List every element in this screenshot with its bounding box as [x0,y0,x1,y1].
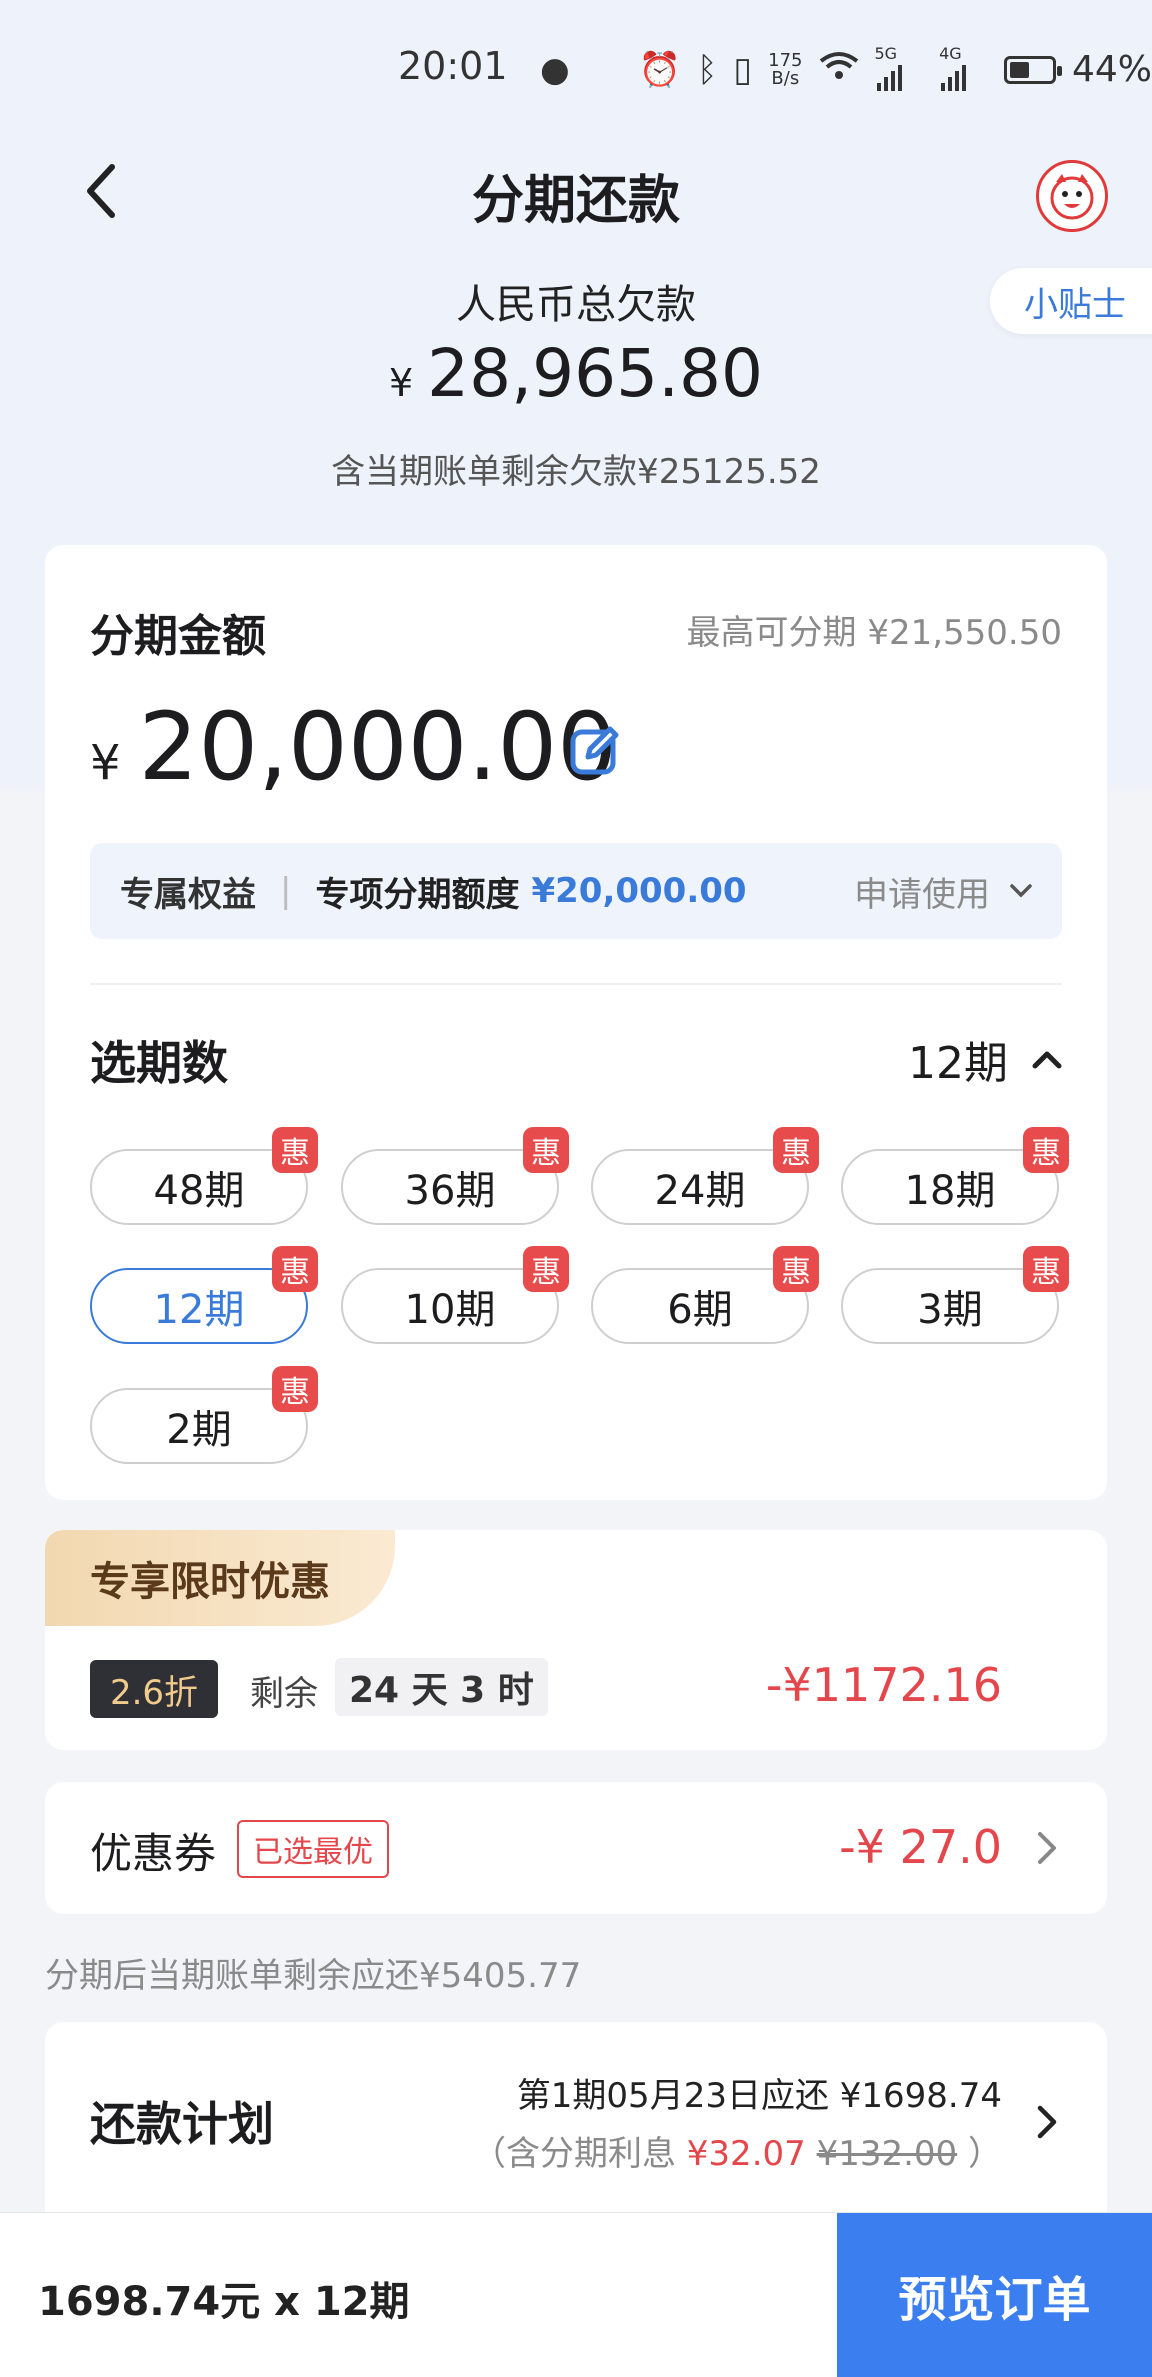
total-debt-label: 人民币总欠款 [456,282,696,328]
best-selected-tag: 已选最优 [237,1820,389,1878]
status-icons: ● ⏰ ᛒ ▯ 175 B/s 5G 4G 44% [540,44,1152,95]
battery-icon [1003,55,1063,84]
coupon-row[interactable]: 优惠券 已选最优 -¥ 27.0 [45,1782,1107,1914]
selected-period: 12期 [908,1038,1008,1089]
benefit-value: ¥20,000.00 [531,871,747,911]
edit-amount-button[interactable] [568,723,622,777]
discount-badge: 惠 [773,1246,819,1292]
repayment-plan-label: 还款计划 [90,2097,274,2151]
first-payment: 第1期05月23日应还 ¥1698.74 [516,2076,1002,2116]
chevron-right-icon [1038,1832,1056,1864]
period-option[interactable]: 48期惠 [90,1127,318,1225]
discount-badge: 惠 [523,1246,569,1292]
period-option[interactable]: 2期惠 [90,1366,318,1464]
status-time: 20:01 [398,44,508,88]
status-bar: 20:01 ● ⏰ ᛒ ▯ 175 B/s 5G 4G 44% [0,0,1152,130]
discount-badge: 2.6折 [90,1660,218,1718]
signal-4g-icon: 4G [939,44,988,95]
chevron-down-icon [1010,884,1032,898]
benefit-tag: 专属权益 [120,874,256,915]
period-option[interactable]: 3期惠 [841,1246,1069,1344]
promo-saving: -¥1172.16 [765,1658,1002,1712]
period-option[interactable]: 18期惠 [841,1127,1069,1225]
installment-amount: ¥20,000.00 [90,693,617,802]
remaining-label: 剩余 [250,1674,318,1714]
alarm-icon: ⏰ [638,49,682,90]
discount-badge: 惠 [272,1246,318,1292]
current-bill-remaining: 含当期账单剩余欠款¥25125.52 [331,452,821,492]
mascot-icon [1050,174,1094,220]
max-installment: 最高可分期 ¥21,550.50 [686,613,1062,653]
mascot-assistant-button[interactable] [1036,160,1108,232]
select-period-label: 选期数 [90,1036,228,1090]
period-option[interactable]: 24期惠 [591,1127,819,1225]
period-option[interactable]: 6期惠 [591,1246,819,1344]
discount-badge: 惠 [773,1127,819,1173]
chevron-right-icon [1037,2105,1057,2139]
coupon-value: -¥ 27.0 [839,1820,1002,1874]
period-option-selected[interactable]: 12期惠 [90,1246,318,1344]
coupon-label: 优惠券 [90,1829,217,1878]
wechat-icon: ● [540,49,570,90]
after-installment-note: 分期后当期账单剩余应还¥5405.77 [45,1956,582,1996]
divider [90,983,1062,985]
period-option[interactable]: 10期惠 [341,1246,569,1344]
discount-badge: 惠 [523,1127,569,1173]
page-title: 分期还款 [471,171,680,231]
interest-note: （含分期利息 ¥32.07 ¥132.00 ） [471,2134,1002,2174]
battery-percent: 44% [1071,49,1152,90]
limited-offer-card: 专享限时优惠 2.6折 剩余 24 天 3 时 -¥1172.16 [45,1530,1107,1750]
discount-badge: 惠 [272,1127,318,1173]
exclusive-benefit-row[interactable]: 专属权益 | 专项分期额度 ¥20,000.00 申请使用 [90,843,1062,939]
net-speed: 175 B/s [768,49,803,89]
discount-badge: 惠 [1023,1246,1069,1292]
total-summary: 1698.74元 x 12期 [38,2279,410,2325]
apply-button[interactable]: 申请使用 [854,867,1032,916]
bluetooth-icon: ᛒ [697,49,718,90]
benefit-name: 专项分期额度 [315,874,520,915]
period-option[interactable]: 36期惠 [341,1127,569,1225]
period-collapse-toggle[interactable]: 12期 [908,1027,1062,1091]
installment-card: 分期金额 最高可分期 ¥21,550.50 ¥20,000.00 专属权益 | … [45,545,1107,1500]
benefit-separator: | [280,871,292,911]
discount-badge: 惠 [272,1366,318,1412]
preview-order-button[interactable]: 预览订单 [837,2213,1152,2377]
chevron-up-icon [1032,1051,1062,1069]
wifi-icon [819,50,859,90]
countdown: 24 天 3 时 [335,1658,548,1716]
total-debt-amount: ¥28,965.80 [388,335,764,412]
limited-offer-title: 专享限时优惠 [45,1530,395,1626]
signal-5g-icon: 5G [875,44,924,95]
bottom-bar: 1698.74元 x 12期 预览订单 [0,2212,1152,2377]
vibrate-icon: ▯ [733,49,753,90]
installment-amount-label: 分期金额 [90,611,266,662]
discount-badge: 惠 [1023,1127,1069,1173]
edit-icon [570,726,619,775]
